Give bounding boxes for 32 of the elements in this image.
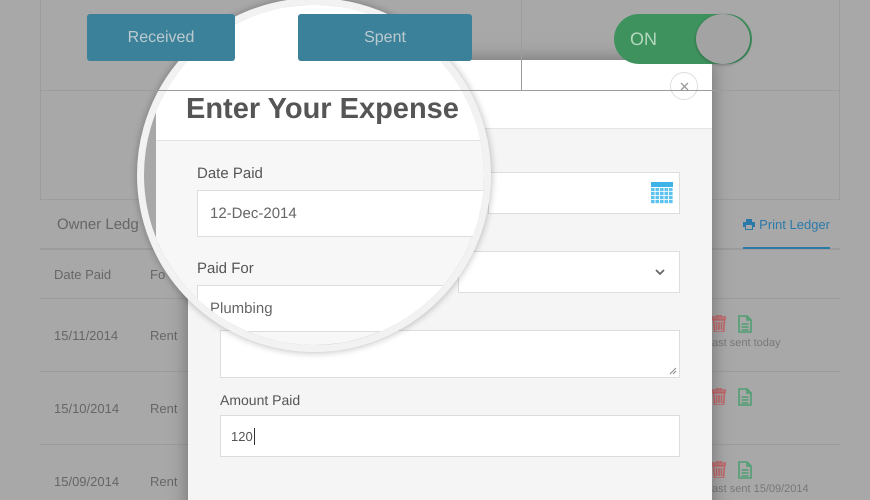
field-label: Amount Paid [220, 392, 300, 408]
table-cell-text: 15/09/2014 [54, 474, 120, 488]
document-icon[interactable] [738, 315, 752, 333]
trash-icon[interactable] [712, 461, 726, 478]
table-cell: Rent [150, 400, 178, 416]
close-button[interactable] [670, 72, 698, 100]
trash-icon[interactable] [712, 315, 726, 332]
toggle-switch[interactable]: ON [614, 14, 752, 64]
printer-icon [743, 218, 756, 230]
date-field[interactable]: 12-Dec-2014 [197, 190, 484, 237]
field-label: Paid For [197, 260, 255, 277]
category-button[interactable]: Spent [298, 14, 472, 61]
chevron-down-icon [655, 269, 665, 276]
date-field[interactable] [488, 172, 680, 214]
column-header: Fo [150, 266, 166, 282]
field-label: Date Paid [197, 165, 264, 182]
table-cell-text: 15/11/2014 [54, 328, 120, 342]
table-cell: Rent [150, 328, 178, 342]
table-cell: Rent [150, 474, 178, 488]
select-field[interactable] [458, 251, 680, 293]
amount-field[interactable]: 120 [220, 415, 680, 457]
calendar-icon[interactable] [651, 182, 673, 204]
trash-icon[interactable] [712, 388, 726, 405]
resize-grip-icon[interactable] [669, 367, 677, 375]
table-cell-text: 15/10/2014 [54, 400, 120, 416]
column-header: Date Paid [54, 266, 112, 282]
document-icon[interactable] [738, 388, 752, 406]
category-button[interactable]: Received [87, 14, 235, 61]
document-icon[interactable] [738, 461, 752, 479]
dialog-title: Enter Your Expense [186, 93, 459, 125]
ledger-tab[interactable]: Owner Ledg [57, 216, 139, 232]
print-ledger-link[interactable]: Print Ledger [743, 201, 830, 249]
